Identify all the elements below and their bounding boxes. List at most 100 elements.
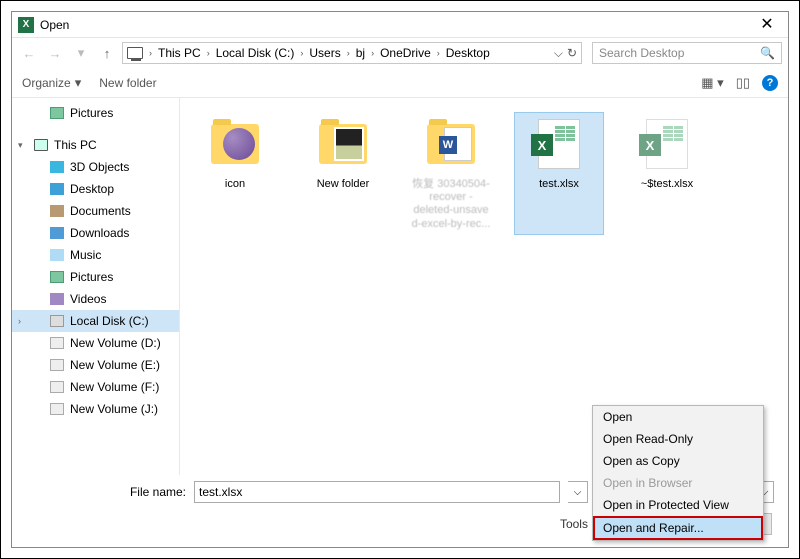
sidebar-item[interactable]: 3D Objects [12, 156, 179, 178]
open-menu: OpenOpen Read-OnlyOpen as CopyOpen in Br… [592, 405, 764, 541]
open-dialog: X Open ✕ ← → ▾ ↑ › This PC › Local Disk … [11, 11, 789, 548]
folder-icon [50, 315, 64, 327]
folder-icon [50, 107, 64, 119]
search-input[interactable]: Search Desktop 🔍 [592, 42, 782, 64]
disclose-icon[interactable]: › [18, 316, 21, 326]
nav-row: ← → ▾ ↑ › This PC › Local Disk (C:) › Us… [12, 38, 788, 68]
folder-icon [319, 124, 367, 164]
folder-icon [50, 183, 64, 195]
sidebar-item[interactable]: New Volume (F:) [12, 376, 179, 398]
sidebar-item-label: Downloads [70, 226, 129, 240]
breadcrumb-seg[interactable]: bj [356, 46, 365, 60]
file-item[interactable]: Xtest.xlsx [514, 112, 604, 235]
folder-icon [50, 161, 64, 173]
sidebar-item[interactable]: Videos [12, 288, 179, 310]
menu-item[interactable]: Open as Copy [593, 450, 763, 472]
sidebar: Pictures ▾ This PC 3D Objects Desktop Documen… [12, 98, 180, 475]
sidebar-item-label: 3D Objects [70, 160, 129, 174]
breadcrumb-seg[interactable]: OneDrive [380, 46, 431, 60]
chevron-icon: › [371, 48, 374, 58]
file-name-input[interactable] [194, 481, 560, 503]
window-title: Open [40, 18, 69, 32]
search-placeholder: Search Desktop [599, 46, 684, 60]
nav-fwd-icon[interactable]: → [44, 42, 66, 64]
sidebar-item-label: Local Disk (C:) [70, 314, 149, 328]
sidebar-item[interactable]: New Volume (E:) [12, 354, 179, 376]
folder-icon [50, 293, 64, 305]
menu-item: Open in Browser [593, 472, 763, 494]
breadcrumb-seg[interactable]: Local Disk (C:) [216, 46, 295, 60]
view-thumb-icon[interactable]: ▦ ▾ [701, 75, 723, 91]
sidebar-item-label: Pictures [70, 106, 113, 120]
sidebar-item[interactable]: ▾ This PC [12, 134, 179, 156]
file-label: ~$test.xlsx [641, 178, 693, 191]
chevron-down-icon[interactable]: ⌵ [554, 46, 563, 61]
folder-icon [50, 403, 64, 415]
sidebar-item[interactable]: New Volume (J:) [12, 398, 179, 420]
sidebar-item[interactable]: Documents [12, 200, 179, 222]
sidebar-item[interactable]: Downloads [12, 222, 179, 244]
file-name-label: File name: [26, 485, 186, 499]
folder-icon [50, 249, 64, 261]
sidebar-item[interactable]: Desktop [12, 178, 179, 200]
new-folder-button[interactable]: New folder [99, 76, 156, 90]
toolbar: Organize ▾ New folder ▦ ▾ ▯▯ ? [12, 68, 788, 98]
chevron-icon: › [149, 48, 152, 58]
sidebar-item-label: New Volume (J:) [70, 402, 158, 416]
file-item[interactable]: icon [190, 112, 280, 235]
nav-back-icon[interactable]: ← [18, 42, 40, 64]
file-thumb [315, 116, 371, 172]
preview-pane-icon[interactable]: ▯▯ [736, 75, 750, 91]
help-icon[interactable]: ? [762, 75, 778, 91]
sidebar-item-label: Music [70, 248, 101, 262]
folder-icon [50, 337, 64, 349]
sidebar-item-label: New Volume (F:) [70, 380, 159, 394]
folder-icon [50, 381, 64, 393]
sidebar-item-label: Documents [70, 204, 131, 218]
breadcrumb-seg[interactable]: This PC [158, 46, 201, 60]
menu-item[interactable]: Open and Repair... [593, 516, 763, 540]
chevron-icon: › [300, 48, 303, 58]
file-item[interactable]: 恢复 30340504-recover -deleted-unsave d-ex… [406, 112, 496, 235]
file-item[interactable]: X ~$test.xlsx [622, 112, 712, 235]
sidebar-item[interactable]: Pictures [12, 102, 179, 124]
folder-icon [50, 227, 64, 239]
sidebar-item[interactable]: › Local Disk (C:) [12, 310, 179, 332]
sidebar-item[interactable]: Pictures [12, 266, 179, 288]
refresh-icon[interactable]: ↻ [567, 46, 577, 61]
breadcrumb-seg[interactable]: Desktop [446, 46, 490, 60]
folder-icon [211, 124, 259, 164]
sidebar-item-label: Videos [70, 292, 106, 306]
sidebar-item[interactable]: Music [12, 244, 179, 266]
chevron-icon: › [437, 48, 440, 58]
close-icon[interactable]: ✕ [752, 17, 782, 33]
organize-button[interactable]: Organize ▾ [22, 75, 81, 91]
file-label: test.xlsx [539, 178, 579, 191]
titlebar: X Open ✕ [12, 12, 788, 38]
file-label: icon [225, 178, 245, 191]
breadcrumb[interactable]: › This PC › Local Disk (C:) › Users › bj… [122, 42, 582, 64]
menu-item[interactable]: Open [593, 406, 763, 428]
sidebar-item-label: New Volume (D:) [70, 336, 161, 350]
excel-file-icon: X [646, 119, 688, 169]
sidebar-item-label: This PC [54, 138, 97, 152]
nav-up-icon[interactable]: ↑ [96, 42, 118, 64]
menu-item[interactable]: Open Read-Only [593, 428, 763, 450]
menu-item[interactable]: Open in Protected View [593, 494, 763, 516]
excel-icon: X [18, 17, 34, 33]
folder-icon [427, 124, 475, 164]
chevron-icon: › [347, 48, 350, 58]
excel-file-icon: X [538, 119, 580, 169]
file-thumb: X [531, 116, 587, 172]
file-item[interactable]: New folder [298, 112, 388, 235]
file-thumb: X [639, 116, 695, 172]
chevron-icon: › [207, 48, 210, 58]
new-folder-label: New folder [99, 76, 156, 90]
disclose-icon[interactable]: ▾ [18, 140, 23, 151]
breadcrumb-seg[interactable]: Users [309, 46, 340, 60]
sidebar-item[interactable]: New Volume (D:) [12, 332, 179, 354]
file-name-history-icon[interactable]: ⌵ [568, 481, 588, 503]
nav-history-icon[interactable]: ▾ [70, 42, 92, 64]
sidebar-item-label: Desktop [70, 182, 114, 196]
folder-icon [50, 271, 64, 283]
